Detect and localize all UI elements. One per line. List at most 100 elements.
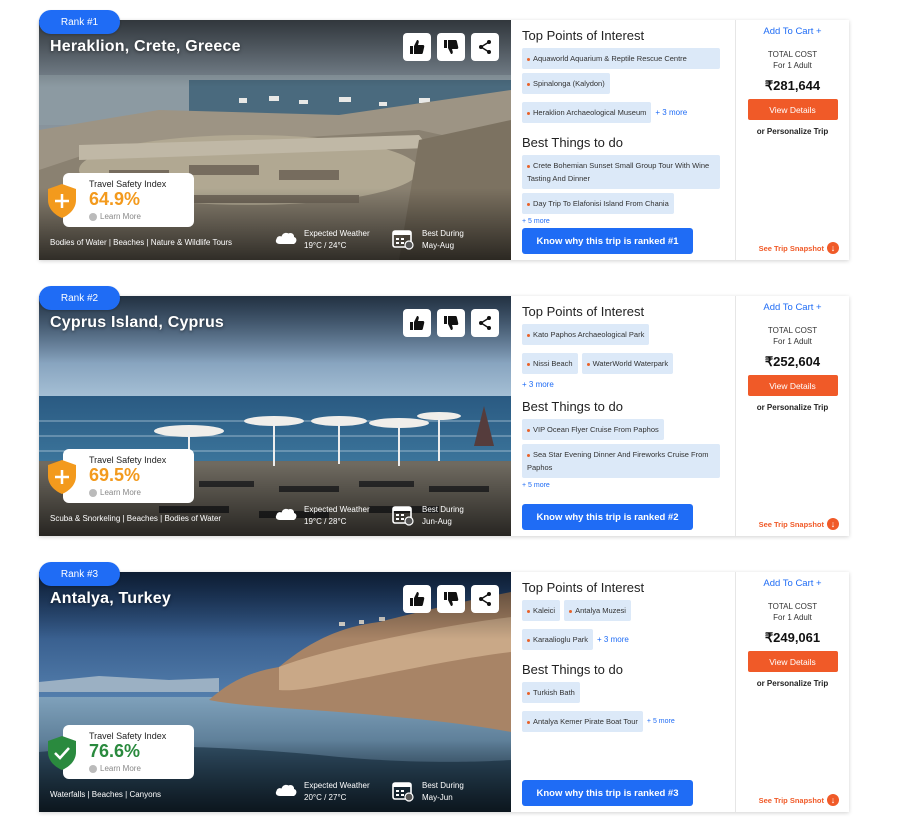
dislike-button[interactable] [437, 309, 465, 337]
shield-icon [48, 184, 76, 218]
add-to-cart-link[interactable]: Add To Cart + [736, 26, 849, 37]
poi-more-link[interactable]: + 3 more [655, 108, 687, 117]
rank-badge: Rank #3 [39, 562, 120, 586]
poi-chip[interactable]: Karaalioglu Park [522, 629, 594, 650]
share-button[interactable] [471, 309, 499, 337]
todo-list: VIP Ocean Flyer Cruise From Paphos Sea S… [522, 419, 735, 489]
like-button[interactable] [403, 585, 431, 613]
poi-list: Kato Paphos Archaeological Park Nissi Be… [522, 324, 735, 389]
trip-highlights: Top Points of Interest Kaleici Antalya M… [511, 572, 735, 812]
poi-chip[interactable]: Antalya Muzesi [564, 600, 631, 621]
poi-more-link[interactable]: + 3 more [522, 380, 735, 389]
safety-value: 64.9% [89, 189, 141, 209]
like-button[interactable] [403, 309, 431, 337]
info-icon [89, 764, 97, 773]
know-why-ranked-button[interactable]: Know why this trip is ranked #1 [522, 228, 693, 254]
safety-value: 76.6% [89, 741, 141, 761]
poi-chip[interactable]: Spinalonga (Kalydon) [522, 73, 610, 94]
trip-hero-image[interactable]: Cyprus Island, Cyprus Travel Safety Inde… [39, 296, 511, 536]
best-during: Best During Jun-Aug [392, 504, 464, 528]
learn-more-text: Learn More [100, 764, 141, 773]
travel-safety-index[interactable]: Travel Safety Index 69.5% Learn More [63, 449, 194, 503]
todo-title: Best Things to do [522, 662, 623, 677]
know-why-ranked-button[interactable]: Know why this trip is ranked #3 [522, 780, 693, 806]
share-icon [479, 40, 491, 54]
expected-weather: Expected Weather 19°C / 24°C [274, 228, 370, 252]
travel-safety-index[interactable]: Travel Safety Index 76.6% Learn More [63, 725, 194, 779]
cloud-icon [275, 232, 297, 244]
cloud-icon [275, 508, 297, 520]
todo-more-link[interactable]: + 5 more [647, 718, 675, 725]
poi-chip[interactable]: Heraklion Archaeological Museum [522, 102, 652, 123]
dislike-button[interactable] [437, 585, 465, 613]
activity-tags: Scuba & Snorkeling | Beaches | Bodies of… [50, 514, 222, 523]
view-details-button[interactable]: View Details [747, 99, 838, 120]
todo-chip[interactable]: Sea Star Evening Dinner And Fireworks Cr… [522, 444, 720, 478]
trip-snapshot-link[interactable]: See Trip Snapshot ↓ [759, 518, 839, 530]
calendar-icon [392, 782, 414, 802]
for-adult-label: For 1 Adult [773, 337, 812, 346]
arrow-down-circle-icon: ↓ [827, 242, 839, 254]
trip-snapshot-link[interactable]: See Trip Snapshot ↓ [759, 242, 839, 254]
poi-chip[interactable]: Nissi Beach [522, 353, 578, 374]
weather-value: 20°C / 27°C [304, 793, 347, 802]
total-cost-label: TOTAL COST [767, 50, 818, 59]
learn-more-text: Learn More [100, 488, 141, 497]
safety-label: Travel Safety Index [89, 179, 167, 189]
price: ₹281,644 [764, 78, 821, 93]
todo-chip[interactable]: Antalya Kemer Pirate Boat Tour [522, 711, 643, 732]
best-label: Best During [422, 781, 464, 790]
learn-more-text: Learn More [100, 212, 141, 221]
arrow-down-circle-icon: ↓ [827, 794, 839, 806]
destination-title: Heraklion, Crete, Greece [50, 38, 241, 55]
trip-card-3: Antalya, Turkey Travel Safety Index 76.6… [39, 562, 849, 812]
view-details-button[interactable]: View Details [747, 651, 838, 672]
trip-card-1: Heraklion, Crete, Greece Travel Safety I… [39, 10, 849, 260]
expected-weather: Expected Weather 20°C / 27°C [274, 780, 370, 804]
personalize-trip-link[interactable]: or Personalize Trip [736, 679, 849, 688]
trip-hero-image[interactable]: Antalya, Turkey Travel Safety Index 76.6… [39, 572, 511, 812]
poi-chip[interactable]: Kato Paphos Archaeological Park [522, 324, 650, 345]
personalize-trip-link[interactable]: or Personalize Trip [736, 127, 849, 136]
personalize-trip-link[interactable]: or Personalize Trip [736, 403, 849, 412]
cloud-icon [275, 784, 297, 796]
know-why-ranked-button[interactable]: Know why this trip is ranked #2 [522, 504, 693, 530]
poi-title: Top Points of Interest [522, 304, 645, 319]
todo-chip[interactable]: Turkish Bath [522, 682, 580, 703]
add-to-cart-link[interactable]: Add To Cart + [736, 578, 849, 589]
learn-more-link[interactable]: Learn More [89, 764, 141, 773]
like-button[interactable] [403, 33, 431, 61]
todo-more-link[interactable]: + 5 more [522, 482, 735, 489]
pricing-panel: Add To Cart + TOTAL COST For 1 Adult ₹24… [735, 572, 849, 812]
thumbs-up-icon [410, 316, 425, 330]
dislike-button[interactable] [437, 33, 465, 61]
learn-more-link[interactable]: Learn More [89, 212, 141, 221]
share-button[interactable] [471, 585, 499, 613]
trip-hero-image[interactable]: Heraklion, Crete, Greece Travel Safety I… [39, 20, 511, 260]
share-icon [479, 316, 491, 330]
todo-chip[interactable]: VIP Ocean Flyer Cruise From Paphos [522, 419, 664, 440]
todo-chip[interactable]: Day Trip To Elafonisi Island From Chania [522, 193, 674, 214]
poi-title: Top Points of Interest [522, 28, 645, 43]
poi-chip[interactable]: Aquaworld Aquarium & Reptile Rescue Cent… [522, 48, 720, 69]
destination-title: Antalya, Turkey [50, 590, 171, 607]
share-button[interactable] [471, 33, 499, 61]
add-to-cart-link[interactable]: Add To Cart + [736, 302, 849, 313]
poi-chip[interactable]: WaterWorld Waterpark [581, 353, 674, 374]
thumbs-down-icon [444, 592, 459, 606]
learn-more-link[interactable]: Learn More [89, 488, 141, 497]
card-actions [403, 585, 499, 613]
travel-safety-index[interactable]: Travel Safety Index 64.9% Learn More [63, 173, 194, 227]
total-cost-label: TOTAL COST [767, 326, 818, 335]
todo-chip[interactable]: Crete Bohemian Sunset Small Group Tour W… [522, 155, 720, 189]
weather-label: Expected Weather [304, 505, 370, 514]
poi-more-link[interactable]: + 3 more [597, 635, 629, 644]
trip-card-2: Cyprus Island, Cyprus Travel Safety Inde… [39, 286, 849, 536]
view-details-button[interactable]: View Details [747, 375, 838, 396]
for-adult-label: For 1 Adult [773, 61, 812, 70]
todo-more-link[interactable]: + 5 more [522, 218, 735, 225]
trip-snapshot-link[interactable]: See Trip Snapshot ↓ [759, 794, 839, 806]
shield-icon [48, 460, 76, 494]
thumbs-down-icon [444, 40, 459, 54]
poi-chip[interactable]: Kaleici [522, 600, 561, 621]
